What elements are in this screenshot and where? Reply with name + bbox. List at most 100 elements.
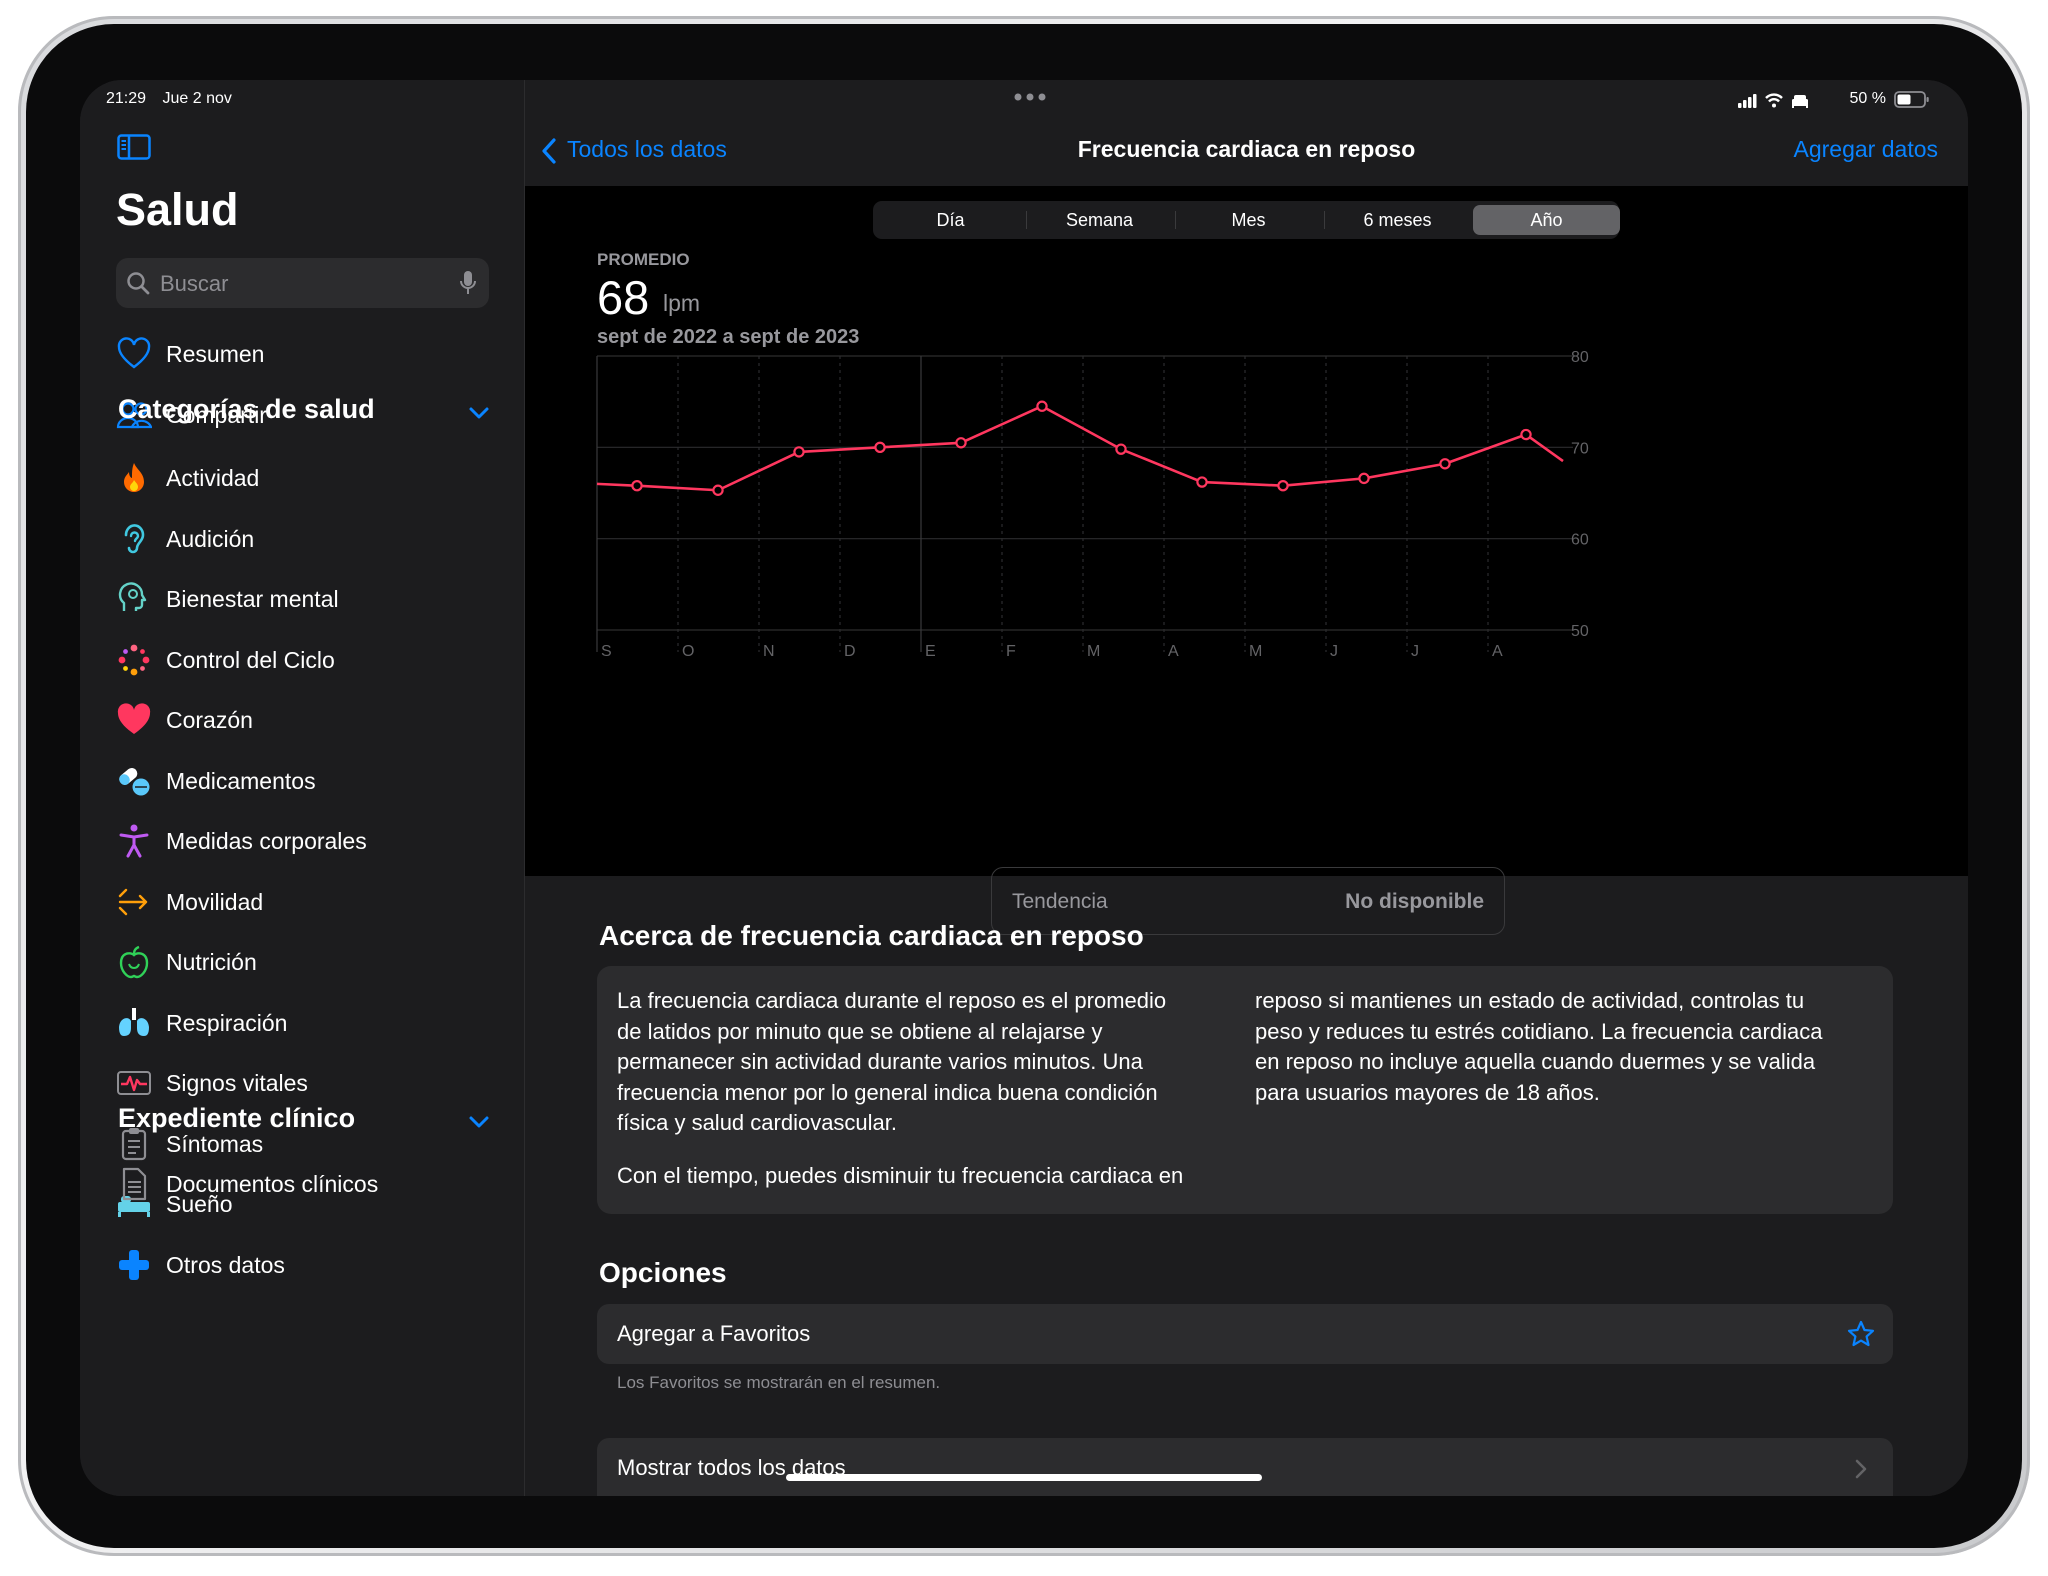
sidebar-item-medicamentos[interactable]: Medicamentos (116, 759, 506, 803)
data-point[interactable] (1439, 458, 1451, 470)
chevron-down-icon[interactable] (468, 406, 490, 420)
signal-wifi-icons (1738, 93, 1808, 108)
about-text-line: en reposo no incluye aquella cuando duer… (1255, 1049, 1816, 1074)
about-text-line: permanecer sin actividad durante varios … (617, 1049, 1143, 1074)
favorites-note: Los Favoritos se mostrarán en el resumen… (617, 1373, 941, 1392)
about-text-line: física y salud cardiovascular. (617, 1110, 898, 1135)
show-all-data-row[interactable]: Mostrar todos los datos (597, 1438, 1893, 1496)
search-placeholder: Buscar (160, 271, 229, 296)
sidebar-item-actividad[interactable]: Actividad (116, 456, 506, 500)
about-text-line: La frecuencia cardiaca durante el reposo… (617, 988, 1167, 1013)
data-point[interactable] (1277, 479, 1289, 492)
flame-icon (124, 463, 144, 492)
x-tick-label: O (682, 643, 694, 660)
chevron-right-icon (1855, 1459, 1867, 1479)
cycle-dots-icon (118, 644, 150, 675)
sidebar-item-respiración[interactable]: Respiración (116, 1001, 506, 1045)
search-field[interactable]: Buscar (116, 258, 489, 308)
screen: 21:29 Jue 2 nov Salud Buscar Resumen Comp… (80, 80, 1968, 1496)
about-card: La frecuencia cardiaca durante el reposo… (597, 966, 1893, 1214)
sidebar-item-label: Signos vitales (166, 1070, 308, 1096)
trend-label: Tendencia (1012, 890, 1108, 913)
status-time: 21:29 (106, 90, 147, 107)
chevron-down-icon[interactable] (468, 1115, 490, 1129)
options-title: Opciones (599, 1257, 727, 1288)
page-title: Frecuencia cardiaca en reposo (1077, 136, 1416, 162)
sidebar-item-resumen[interactable]: Resumen (116, 332, 506, 376)
sidebar-item-otros-datos[interactable]: Otros datos (116, 1243, 506, 1287)
sidebar-item-audición[interactable]: Audición (116, 517, 506, 561)
about-text-line: para usuarios mayores de 18 años. (1255, 1079, 1600, 1105)
sidebar-item-documentos-clínicos[interactable]: Documentos clínicos (116, 1162, 506, 1206)
sidebar-toggle-icon[interactable] (117, 134, 151, 160)
trend-value: No disponible (1345, 890, 1484, 913)
chart-panel: Día Semana Mes 6 meses Año PROMEDIO 68 lpm s… (525, 186, 1968, 935)
sidebar-item-label: Bienestar mental (166, 586, 339, 612)
data-point[interactable] (874, 441, 886, 454)
about-text-line: frecuencia menor por lo general indica b… (617, 1079, 1158, 1105)
multitasking-dots-icon[interactable] (1013, 92, 1047, 102)
star-icon[interactable] (1847, 1320, 1875, 1348)
apple-icon (119, 945, 149, 979)
y-tick-label: 60 (1571, 532, 1589, 549)
figure-icon (119, 824, 149, 858)
sidebar-item-movilidad[interactable]: Movilidad (116, 880, 506, 924)
sidebar-item-bienestar-mental[interactable]: Bienestar mental (116, 577, 506, 621)
x-tick-label: A (1168, 643, 1179, 660)
x-tick-label: J (1411, 643, 1419, 660)
app-title: Salud (116, 184, 239, 235)
heart-outline-icon (117, 337, 151, 369)
home-indicator[interactable] (786, 1474, 1262, 1481)
x-tick-label: A (1492, 643, 1503, 660)
sidebar-item-label: Actividad (166, 465, 260, 491)
status-bar-left: 21:29 Jue 2 nov (106, 90, 244, 108)
data-point[interactable] (1196, 476, 1208, 488)
data-point[interactable] (1036, 400, 1048, 412)
sidebar-item-signos-vitales[interactable]: Signos vitales (116, 1061, 506, 1105)
y-tick-label: 50 (1571, 623, 1589, 640)
x-tick-label: F (1006, 643, 1016, 660)
data-point[interactable] (1520, 428, 1532, 441)
sidebar-item-label: Audición (166, 525, 255, 552)
data-point[interactable] (793, 446, 805, 458)
sidebar-item-label: Medidas corporales (166, 828, 367, 854)
sidebar-item-control-del-ciclo[interactable]: Control del Ciclo (116, 638, 506, 682)
clinical-header[interactable]: Expediente clínico (118, 1103, 355, 1134)
vitals-icon (117, 1071, 151, 1095)
sidebar-item-label: Otros datos (166, 1251, 285, 1278)
x-tick-label: E (925, 643, 936, 660)
plus-icon (119, 1249, 149, 1280)
heart-rate-line-chart[interactable]: 50 60 70 80 S O N D E F M A M J J A (525, 186, 1968, 876)
sidebar-item-nutrición[interactable]: Nutrición (116, 940, 506, 984)
about-title: Acerca de frecuencia cardiaca en reposo (599, 920, 1144, 951)
battery-percent: 50 % (1849, 90, 1886, 107)
sidebar-item-label: Medicamentos (166, 767, 316, 794)
data-point[interactable] (955, 437, 967, 449)
data-point[interactable] (1358, 472, 1370, 485)
add-to-favorites-row[interactable]: Agregar a Favoritos (597, 1304, 1893, 1364)
categories-header[interactable]: Categorías de salud (118, 394, 375, 425)
about-text-line: peso y reduces tu estrés cotidiano. La f… (1255, 1018, 1823, 1044)
battery-icon (1894, 91, 1929, 108)
microphone-icon[interactable] (459, 270, 477, 296)
sidebar: 21:29 Jue 2 nov Salud Buscar Resumen Comp… (80, 80, 525, 1496)
x-tick-label: D (844, 643, 856, 660)
y-tick-label: 70 (1571, 440, 1589, 457)
add-data-button[interactable]: Agregar datos (1794, 136, 1938, 163)
data-point[interactable] (712, 484, 724, 496)
lungs-icon (119, 1007, 149, 1036)
data-point[interactable] (1115, 443, 1127, 455)
sidebar-item-label: Control del Ciclo (166, 646, 335, 673)
data-point[interactable] (631, 479, 643, 492)
sidebar-item-medidas-corporales[interactable]: Medidas corporales (116, 819, 506, 863)
sidebar-item-corazón[interactable]: Corazón (116, 698, 506, 742)
sidebar-item-label: Respiración (166, 1009, 288, 1036)
status-date: Jue 2 nov (162, 90, 232, 107)
x-tick-label: M (1249, 643, 1262, 660)
add-to-favorites-label: Agregar a Favoritos (617, 1321, 811, 1346)
ear-icon (124, 523, 145, 553)
heart-icon (117, 703, 151, 734)
mind-icon (118, 582, 147, 611)
x-tick-label: N (763, 643, 775, 660)
x-tick-label: S (601, 643, 612, 660)
